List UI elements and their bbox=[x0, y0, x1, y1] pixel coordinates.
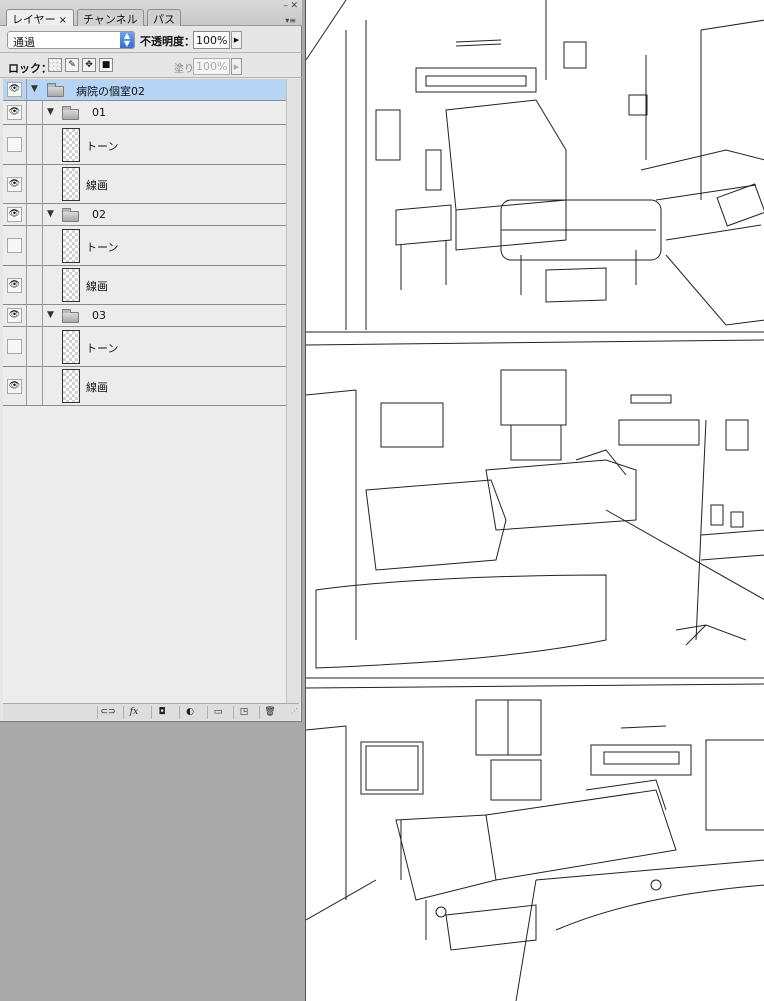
folder-icon bbox=[62, 106, 79, 120]
layer-row[interactable]: 👁 線画 bbox=[3, 266, 286, 305]
mask-icon[interactable]: ◘ bbox=[151, 706, 172, 719]
close-tab-icon[interactable]: × bbox=[59, 15, 67, 26]
lock-label: ロック： bbox=[8, 62, 52, 75]
layer-row-group[interactable]: 👁 ▼ 病院の個室02 bbox=[3, 79, 286, 101]
tab-paths-label: パス bbox=[153, 13, 175, 26]
visibility-toggle-empty[interactable] bbox=[7, 339, 22, 354]
eye-icon[interactable]: 👁 bbox=[7, 308, 22, 323]
trash-icon[interactable]: 🗑 bbox=[259, 706, 280, 719]
indent-guide bbox=[26, 79, 27, 405]
document-canvas[interactable] bbox=[305, 0, 764, 1001]
disclosure-triangle-icon[interactable]: ▼ bbox=[31, 84, 38, 94]
lock-brush-icon[interactable]: ✎ bbox=[65, 58, 79, 72]
layer-thumbnail bbox=[62, 330, 80, 364]
tab-channels[interactable]: チャンネル bbox=[77, 9, 144, 26]
layer-row[interactable]: トーン bbox=[3, 125, 286, 165]
blend-mode-value: 通過 bbox=[13, 36, 35, 49]
disclosure-triangle-icon[interactable]: ▼ bbox=[47, 209, 54, 219]
layers-panel: レイヤー × チャンネル パス – ✕ ▾≡ 通過 ▲ ▼ 不透明度： 100% ▶… bbox=[0, 0, 302, 722]
adjustment-icon[interactable]: ◐ bbox=[179, 706, 200, 719]
layer-name: トーン bbox=[86, 342, 119, 355]
layer-name: 線画 bbox=[86, 381, 108, 394]
layer-row-group[interactable]: 👁 ▼ 03 bbox=[3, 305, 286, 327]
eye-icon[interactable]: 👁 bbox=[7, 177, 22, 192]
layer-thumbnail bbox=[62, 369, 80, 403]
folder-icon bbox=[62, 208, 79, 222]
panel-2-artwork bbox=[306, 339, 764, 679]
fill-slider-arrow-icon[interactable]: ▶ bbox=[231, 58, 242, 75]
opacity-field[interactable]: 100% bbox=[193, 31, 230, 49]
canvas-artwork bbox=[306, 0, 764, 1001]
close-panel-icon[interactable]: ✕ bbox=[290, 1, 298, 11]
divider bbox=[0, 77, 302, 78]
link-icon[interactable]: ⊂⊃ bbox=[97, 706, 118, 719]
resize-grip-icon[interactable]: ⋰ bbox=[291, 707, 298, 715]
tab-channels-label: チャンネル bbox=[83, 13, 138, 26]
indent-guide bbox=[42, 101, 43, 405]
fx-icon[interactable]: fx bbox=[123, 706, 144, 719]
eye-icon[interactable]: 👁 bbox=[7, 82, 22, 97]
layer-thumbnail bbox=[62, 229, 80, 263]
layer-row-group[interactable]: 👁 ▼ 01 bbox=[3, 101, 286, 125]
layer-name: トーン bbox=[86, 140, 119, 153]
layer-name: トーン bbox=[86, 241, 119, 254]
blend-mode-select[interactable]: 通過 ▲ ▼ bbox=[7, 31, 135, 49]
layer-name: 03 bbox=[92, 309, 106, 322]
layer-thumbnail bbox=[62, 128, 80, 162]
layer-row[interactable]: トーン bbox=[3, 226, 286, 266]
eye-icon[interactable]: 👁 bbox=[7, 379, 22, 394]
lock-move-icon[interactable]: ✥ bbox=[82, 58, 96, 72]
layer-name: 線画 bbox=[86, 179, 108, 192]
folder-icon bbox=[47, 83, 64, 97]
layer-thumbnail bbox=[62, 268, 80, 302]
select-arrows-icon: ▲ ▼ bbox=[120, 32, 134, 48]
tab-layers-label: レイヤー bbox=[12, 13, 56, 26]
lock-transparency-icon[interactable] bbox=[48, 58, 62, 72]
visibility-toggle-empty[interactable] bbox=[7, 238, 22, 253]
tab-paths[interactable]: パス bbox=[147, 9, 181, 26]
layer-row-group[interactable]: 👁 ▼ 02 bbox=[3, 204, 286, 226]
panel-1-artwork bbox=[306, 0, 764, 333]
layers-scrollbar[interactable] bbox=[286, 79, 300, 703]
divider bbox=[0, 52, 302, 53]
opacity-slider-arrow-icon[interactable]: ▶ bbox=[231, 31, 242, 49]
eye-icon[interactable]: 👁 bbox=[7, 278, 22, 293]
minimize-icon[interactable]: – bbox=[284, 1, 289, 11]
layer-name: 02 bbox=[92, 208, 106, 221]
disclosure-triangle-icon[interactable]: ▼ bbox=[47, 310, 54, 320]
eye-icon[interactable]: 👁 bbox=[7, 105, 22, 120]
opacity-label: 不透明度： bbox=[140, 35, 195, 48]
layer-name: 線画 bbox=[86, 280, 108, 293]
visibility-toggle-empty[interactable] bbox=[7, 137, 22, 152]
layer-row[interactable]: 👁 線画 bbox=[3, 367, 286, 406]
layer-row[interactable]: 👁 線画 bbox=[3, 165, 286, 204]
new-layer-icon[interactable]: ◳ bbox=[233, 706, 254, 719]
tab-layers[interactable]: レイヤー × bbox=[6, 9, 74, 26]
lock-all-icon[interactable]: ■ bbox=[99, 58, 113, 72]
panel-menu-icon[interactable]: ▾≡ bbox=[285, 16, 296, 25]
layers-bottom-toolbar: ⊂⊃ fx ◘ ◐ ▭ ◳ 🗑 ⋰ bbox=[3, 703, 299, 720]
layer-name: 病院の個室02 bbox=[76, 85, 145, 98]
layer-thumbnail bbox=[62, 167, 80, 201]
eye-icon[interactable]: 👁 bbox=[7, 207, 22, 222]
fill-field[interactable]: 100% bbox=[193, 58, 230, 75]
folder-icon[interactable]: ▭ bbox=[207, 706, 228, 719]
panel-tab-bar: レイヤー × チャンネル パス – ✕ ▾≡ bbox=[0, 0, 302, 26]
disclosure-triangle-icon[interactable]: ▼ bbox=[47, 107, 54, 117]
panel-3-artwork bbox=[306, 683, 764, 1001]
layers-list: 👁 ▼ 病院の個室02 👁 ▼ 01 トーン 👁 線画 👁 ▼ 02 トーン 👁… bbox=[3, 79, 286, 703]
folder-icon bbox=[62, 309, 79, 323]
layer-name: 01 bbox=[92, 106, 106, 119]
layer-row[interactable]: トーン bbox=[3, 327, 286, 367]
